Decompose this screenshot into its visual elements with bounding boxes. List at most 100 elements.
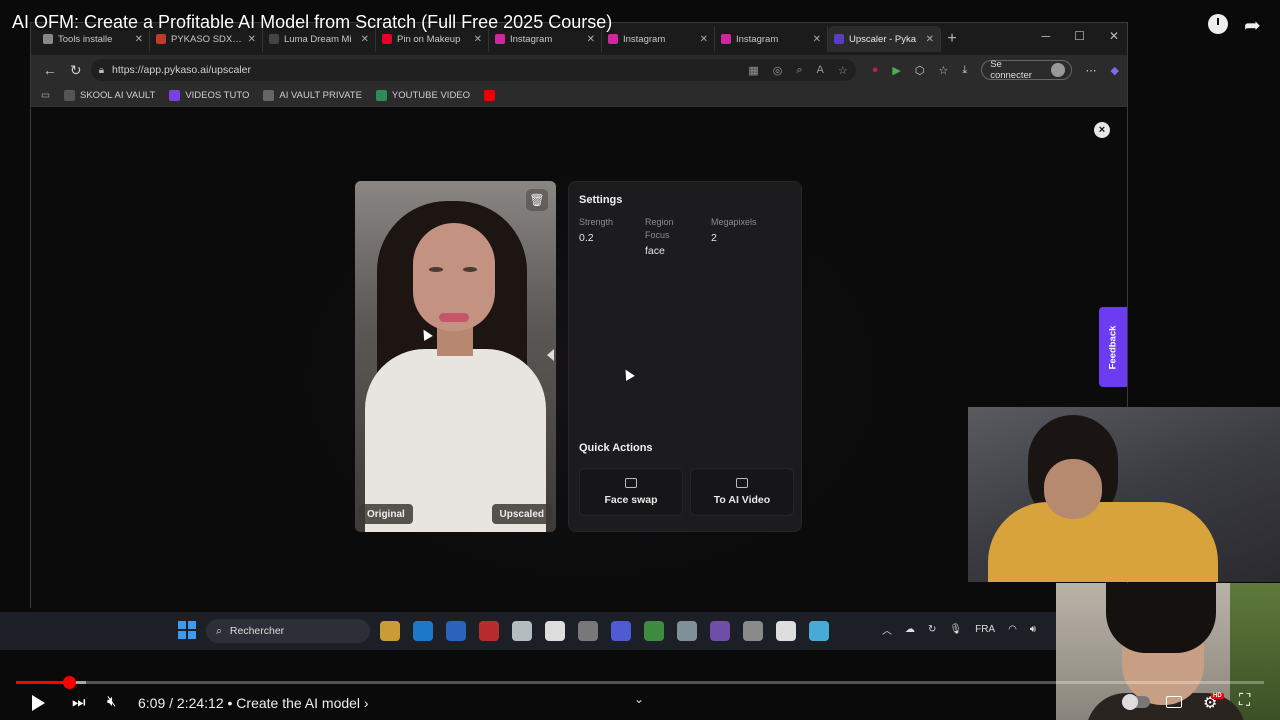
browser-tab[interactable]: Instagram ✕ (602, 26, 715, 52)
taskbar-app-icon[interactable] (545, 621, 565, 641)
close-tab-icon[interactable]: ✕ (926, 34, 934, 45)
close-window-icon[interactable]: ✕ (1109, 29, 1119, 43)
close-modal-button[interactable]: × (1094, 122, 1110, 138)
url-text: https://app.pykaso.ai/upscaler (112, 64, 251, 76)
maximize-icon[interactable]: ☐ (1074, 29, 1085, 43)
sync-icon[interactable]: ↻ (928, 624, 936, 635)
bookmarks-bar: ▭ SKOOL AI VAULT VIDEOS TUTO AI VAULT PRIV… (31, 85, 1127, 107)
subtitles-icon[interactable] (1166, 696, 1182, 708)
bookmark-item[interactable]: AI VAULT PRIVATE (263, 90, 362, 101)
wifi-icon[interactable]: ◠ (1008, 624, 1017, 635)
taskbar-app-icon[interactable] (644, 621, 664, 641)
bookmark-item[interactable]: VIDEOS TUTO (169, 90, 249, 101)
taskbar-app-icon[interactable] (512, 621, 532, 641)
new-tab-button[interactable]: + (941, 30, 963, 48)
watch-later-icon[interactable] (1208, 14, 1228, 34)
copilot-icon[interactable]: ◆ (1111, 64, 1119, 77)
taskbar-app-icon[interactable] (677, 621, 697, 641)
taskbar-app-icon[interactable] (611, 621, 631, 641)
autoplay-toggle[interactable] (1122, 694, 1150, 710)
taskbar-search[interactable]: ⌕ Rechercher (206, 619, 370, 643)
taskbar-app-icon[interactable] (776, 621, 796, 641)
tab-favicon-icon (721, 34, 731, 44)
progress-bar[interactable] (16, 676, 1264, 689)
mute-icon[interactable]: 🔇︎ (107, 693, 116, 710)
taskbar-app-icon[interactable] (446, 621, 466, 641)
tab-favicon-icon (834, 34, 844, 44)
downloads-icon[interactable]: ⤓ (962, 64, 967, 77)
volume-icon[interactable]: 🔊︎ (1030, 624, 1036, 635)
address-bar[interactable]: 🔒︎ https://app.pykaso.ai/upscaler ▦ ◎ ⌕ … (90, 59, 856, 81)
taskbar-app-icon[interactable] (479, 621, 499, 641)
close-tab-icon[interactable]: ✕ (474, 34, 482, 45)
image-comparison[interactable]: 🗑︎ Original Upscaled (355, 181, 556, 532)
chevron-down-icon[interactable]: ⌄ (634, 692, 644, 706)
comparison-slider-handle[interactable] (547, 349, 554, 361)
share-icon[interactable]: ➦ (1244, 13, 1261, 38)
close-tab-icon[interactable]: ✕ (361, 34, 369, 45)
signin-label: Se connecter (990, 59, 1032, 81)
minimize-icon[interactable]: ─ (1042, 29, 1051, 43)
close-tab-icon[interactable]: ✕ (587, 34, 595, 45)
next-icon[interactable]: ⏭︎ (72, 694, 86, 711)
exit-fullscreen-icon[interactable]: ⛶ (1239, 692, 1250, 710)
close-tab-icon[interactable]: ✕ (248, 34, 256, 45)
chevron-up-icon[interactable]: ︿ (882, 622, 892, 637)
megapixels-setting: Megapixels 2 (711, 216, 781, 244)
feedback-tab[interactable]: Feedback (1099, 307, 1127, 387)
tab-favicon-icon (156, 34, 166, 44)
face-swap-button[interactable]: Face swap (579, 468, 683, 516)
close-tab-icon[interactable]: ✕ (700, 34, 708, 45)
apps-icon[interactable]: ▦ (748, 64, 758, 77)
extension-icon[interactable]: ● (872, 64, 879, 76)
read-aloud-icon[interactable]: ◎ (773, 64, 783, 77)
language-indicator[interactable]: FRA (975, 624, 995, 635)
favorite-star-icon[interactable]: ☆ (838, 64, 848, 77)
bookmark-icon (484, 90, 496, 101)
tab-favicon-icon (43, 34, 53, 44)
signin-button[interactable]: Se connecter (981, 59, 1072, 81)
tab-favicon-icon (382, 34, 392, 44)
play-icon[interactable] (32, 695, 45, 711)
taskbar-app-icon[interactable] (743, 621, 763, 641)
favorites-icon[interactable]: ☆ (938, 64, 948, 77)
reload-icon[interactable]: ↻ (65, 59, 87, 81)
face-swap-label: Face swap (604, 494, 658, 506)
profile-avatar (1050, 63, 1065, 77)
close-tab-icon[interactable]: ✕ (135, 34, 143, 45)
bookmark-item[interactable] (484, 90, 500, 101)
time-display[interactable]: 6:09 / 2:24:12 • Create the AI model › (138, 695, 369, 711)
text-icon[interactable]: A (817, 64, 824, 77)
delete-icon[interactable]: 🗑︎ (526, 189, 548, 211)
extension-icon[interactable]: ▶ (892, 64, 900, 77)
back-icon[interactable]: ← (39, 59, 61, 81)
taskbar-app-icon[interactable] (380, 621, 400, 641)
bookmark-item[interactable]: SKOOL AI VAULT (63, 90, 155, 101)
windows-start-icon[interactable] (178, 621, 196, 639)
taskbar-app-icon[interactable] (578, 621, 598, 641)
taskbar-app-icon[interactable] (710, 621, 730, 641)
ai-video-button[interactable]: To AI Video (690, 468, 794, 516)
tab-label: Instagram (510, 33, 553, 45)
onedrive-icon[interactable]: ☁ (905, 624, 915, 635)
taskbar-app-icon[interactable] (809, 621, 829, 641)
taskbar-app-icon[interactable] (413, 621, 433, 641)
megapixels-label: Megapixels (711, 217, 757, 227)
close-tab-icon[interactable]: ✕ (813, 34, 821, 45)
bookmark-menu-icon[interactable]: ▭ (41, 90, 50, 101)
search-placeholder: Rechercher (229, 625, 285, 637)
extensions-icon[interactable]: ⬡ (915, 64, 925, 77)
bookmark-item[interactable]: YOUTUBE VIDEO (375, 90, 470, 101)
video-title[interactable]: AI OFM: Create a Profitable AI Model fro… (12, 12, 612, 33)
zoom-icon[interactable]: ⌕ (796, 64, 802, 77)
more-menu-icon[interactable]: ⋯ (1086, 64, 1097, 77)
microphone-icon[interactable]: 🎙︎ (949, 624, 962, 635)
tab-favicon-icon (269, 34, 279, 44)
tab-label: Pin on Makeup (397, 33, 461, 45)
tab-label: Instagram (623, 33, 666, 45)
settings-title: Settings (579, 194, 623, 206)
browser-tab[interactable]: Upscaler - Pyka ✕ (828, 26, 941, 52)
video-frame: Tools installe ✕ PYKASO SDXL G ✕ Luma Dream … (0, 0, 1280, 720)
tab-favicon-icon (608, 34, 618, 44)
browser-tab[interactable]: Instagram ✕ (715, 26, 828, 52)
